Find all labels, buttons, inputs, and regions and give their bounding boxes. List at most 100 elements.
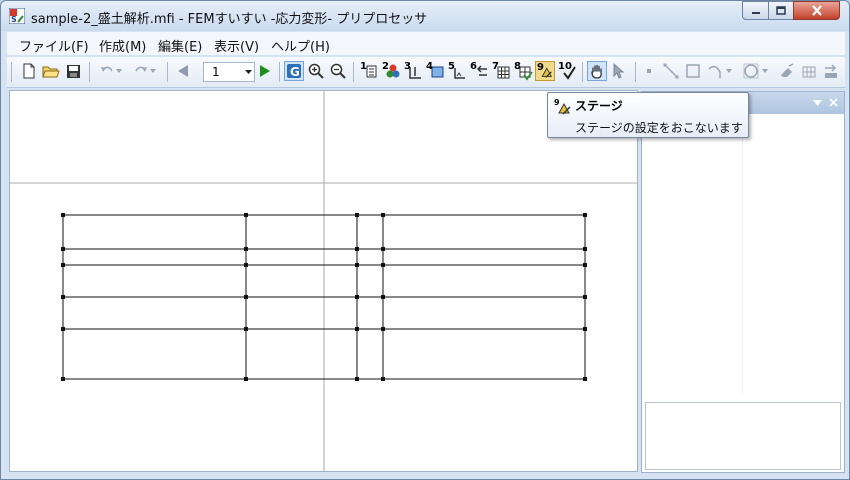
save-icon: [66, 64, 80, 78]
zoom-in-button[interactable]: [306, 61, 326, 81]
toolbar-grip: [11, 62, 12, 82]
step-2-button[interactable]: 2: [381, 61, 401, 81]
circle-tool-button[interactable]: [741, 61, 761, 81]
svg-text:9: 9: [554, 98, 560, 107]
new-file-button[interactable]: [19, 61, 39, 81]
arc-tool-button[interactable]: [705, 61, 725, 81]
menu-help[interactable]: ヘルプ(H): [271, 36, 330, 55]
zoom-out-button[interactable]: [328, 61, 348, 81]
circle-icon: [743, 63, 759, 79]
save-button[interactable]: [63, 61, 83, 81]
pan-tool-button[interactable]: [587, 61, 607, 81]
mesh-icon: [802, 66, 816, 78]
step-3-number: 3: [404, 61, 411, 72]
close-button[interactable]: [793, 1, 840, 20]
arc-icon: [708, 65, 721, 78]
svg-text:G: G: [290, 65, 300, 79]
line-tool-button[interactable]: [661, 61, 681, 81]
close-icon[interactable]: [829, 98, 838, 107]
maximize-button[interactable]: [768, 1, 794, 20]
step-6-number: 6: [470, 61, 477, 72]
grid-toggle-button[interactable]: G: [284, 61, 304, 81]
tooltip-description: ステージの設定をおこないます: [575, 121, 743, 135]
step-6-button[interactable]: 6: [469, 61, 489, 81]
toolbar-separator: [582, 62, 583, 82]
grid-g-icon: G: [287, 64, 301, 79]
next-stage-button[interactable]: [255, 61, 275, 81]
chevron-down-icon: [116, 69, 122, 73]
chevron-down-icon: [726, 69, 732, 73]
menu-file[interactable]: ファイル(F): [19, 36, 89, 55]
arc-dropdown-button[interactable]: [723, 61, 735, 81]
stage-icon: 9: [554, 98, 571, 115]
toolbar-separator: [353, 62, 354, 82]
menu-bar: ファイル(F) 作成(M) 編集(E) 表示(V) ヘルプ(H): [7, 32, 845, 55]
toolbar-separator: [167, 62, 168, 82]
play-icon: [260, 65, 270, 77]
step-4-number: 4: [426, 61, 433, 72]
go-button[interactable]: [821, 61, 841, 81]
drawing-canvas[interactable]: [9, 90, 638, 472]
step-10-number: 10: [558, 61, 572, 72]
property-panel: [641, 91, 845, 473]
rectangle-tool-button[interactable]: [683, 61, 703, 81]
select-tool-button[interactable]: [609, 61, 629, 81]
point-icon: [647, 69, 651, 73]
line-icon: [663, 63, 679, 79]
step-9-stage-button[interactable]: 9: [535, 61, 555, 81]
menu-edit[interactable]: 編集(E): [158, 36, 202, 55]
mesh-generate-button[interactable]: [799, 61, 819, 81]
step-9-number: 9: [537, 62, 544, 73]
minimize-button[interactable]: [742, 1, 769, 20]
step-7-number: 7: [492, 61, 499, 72]
step-5-button[interactable]: 5: [447, 61, 467, 81]
window-title: sample-2_盛土解析.mfi - FEMすいすい -応力変形- プリプロセ…: [31, 12, 428, 27]
model-drawing: [10, 91, 637, 471]
chevron-down-icon: [150, 69, 156, 73]
step-3-button[interactable]: 3: [403, 61, 423, 81]
toolbar: 1 G 1 2 3 4 5 6 7 8 9 10: [7, 57, 845, 88]
previous-stage-button[interactable]: [173, 61, 193, 81]
toolbar-separator: [279, 62, 280, 82]
cursor-arrow-icon: [613, 63, 625, 79]
menu-create[interactable]: 作成(M): [99, 36, 146, 55]
menu-view[interactable]: 表示(V): [214, 36, 259, 55]
step-1-button[interactable]: 1: [359, 61, 379, 81]
maximize-icon: [776, 6, 786, 15]
stage-tooltip: 9 ステージ ステージの設定をおこないます: [547, 92, 749, 138]
chevron-down-icon: [762, 69, 768, 73]
svg-text:S: S: [11, 15, 17, 24]
circle-dropdown-button[interactable]: [759, 61, 771, 81]
chevron-down-icon: [245, 70, 252, 74]
point-tool-button[interactable]: [639, 61, 659, 81]
redo-dropdown-button[interactable]: [147, 61, 159, 81]
stage-selector-value: 1: [212, 65, 220, 79]
step-8-button[interactable]: 8: [513, 61, 533, 81]
step-10-button[interactable]: 10: [557, 61, 577, 81]
open-file-button[interactable]: [41, 61, 61, 81]
go-arrow-icon: [825, 64, 837, 78]
open-folder-icon: [42, 66, 60, 77]
hand-icon: [591, 64, 602, 79]
step-4-button[interactable]: 4: [425, 61, 445, 81]
stage-selector[interactable]: 1: [203, 62, 255, 82]
erase-tool-button[interactable]: [777, 61, 797, 81]
tooltip-title: ステージ: [575, 99, 623, 113]
zoom-out-icon: [330, 63, 346, 79]
app-icon: S: [9, 8, 25, 24]
eraser-icon: [781, 63, 794, 77]
chevron-down-icon[interactable]: [813, 100, 822, 106]
app-window: S sample-2_盛土解析.mfi - FEMすいすい -応力変形- プリプ…: [0, 0, 850, 480]
step-7-button[interactable]: 7: [491, 61, 511, 81]
new-file-icon: [23, 63, 35, 79]
step-8-number: 8: [514, 61, 521, 72]
panel-divider: [742, 114, 743, 394]
panel-info-box: [645, 402, 841, 470]
step-2-number: 2: [382, 61, 389, 72]
toolbar-separator: [89, 62, 90, 82]
undo-dropdown-button[interactable]: [113, 61, 125, 81]
minimize-icon: [751, 11, 760, 14]
toolbar-separator: [635, 62, 636, 82]
step-5-number: 5: [448, 61, 455, 72]
rectangle-icon: [686, 64, 700, 78]
